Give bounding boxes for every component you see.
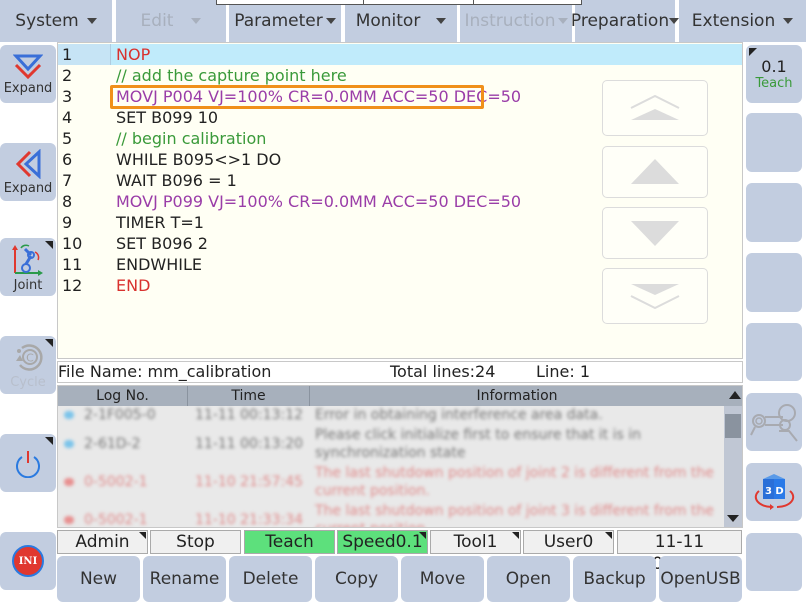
copy-button[interactable]: Copy [315,556,398,602]
dropdown-corner-icon [749,48,757,56]
right-blank-button-3[interactable] [746,253,802,312]
highlight-box [110,85,484,109]
double-chevron-up-icon [630,95,680,120]
right-blank-button-4[interactable] [746,323,802,381]
error-dot-icon [64,478,74,486]
svg-text:C: C [26,351,34,364]
3d-view-button[interactable]: 3 D [746,463,802,521]
chevron-down-icon [191,18,202,24]
log-header: Log No. Time Information [58,386,742,406]
log-body: 2-1F005-0 11-11 00:13:12 Error in obtain… [58,406,724,527]
robot-hand-icon [750,404,798,442]
status-datetime: 11-11 00:14:09 [617,530,742,574]
menu-extension[interactable]: Extension [679,0,806,42]
expand-left-button[interactable]: Expand [0,143,56,201]
right-blank-button-5[interactable] [746,533,802,591]
menu-monitor[interactable]: Monitor [345,0,457,42]
dropdown-popup-edge [216,0,582,5]
status-mode[interactable]: Teach [244,530,335,554]
col-log-no[interactable]: Log No. [58,386,188,406]
arrow-up-icon [631,159,679,184]
total-lines: Total lines:24 [390,362,496,381]
page-up-button[interactable] [602,80,708,136]
scroll-up-icon[interactable] [729,391,741,399]
chevron-down-icon [325,18,336,24]
log-table[interactable]: Log No. Time Information 2-1F005-0 11-11… [57,385,743,528]
menu-preparation[interactable]: Preparation [571,0,680,42]
svg-text:3: 3 [765,486,772,497]
right-blank-button-1[interactable] [746,113,802,172]
chevron-down-icon [436,18,447,24]
power-button[interactable] [0,434,56,492]
cycle-icon: C [16,343,43,371]
chevron-down-icon [669,18,680,24]
3d-rotate-icon: 3 D [754,474,795,510]
open-usb-button[interactable]: OpenUSB [659,556,742,602]
dropdown-corner-icon [605,532,612,539]
code-line[interactable]: 1 NOP [58,44,742,65]
rename-button[interactable]: Rename [143,556,226,602]
power-icon [16,451,40,478]
menu-instruction[interactable]: Instruction [460,0,572,42]
status-run-state: Stop [150,530,241,554]
line-down-button[interactable] [602,207,708,259]
page-down-button[interactable] [602,268,708,324]
program-editor[interactable]: 1 NOP 2// add the capture point here 3 MOV… [57,42,743,359]
info-dot-icon [64,440,74,448]
dropdown-corner-icon [45,339,53,347]
col-information[interactable]: Information [310,386,724,406]
open-button[interactable]: Open [487,556,570,602]
status-user-frame[interactable]: User0 [523,530,614,554]
line-up-button[interactable] [602,146,708,198]
scrollbar-thumb[interactable] [725,414,741,438]
new-button[interactable]: New [57,556,140,602]
dropdown-corner-icon [139,532,146,539]
top-menu-bar: System Edit Parameter Monitor Instructio… [0,0,806,42]
chevron-down-icon [86,18,97,24]
info-dot-icon [64,411,74,419]
menu-system[interactable]: System [0,0,112,42]
chevron-down-icon [783,18,794,24]
arrow-down-icon [631,221,679,246]
file-info-bar: File Name: mm_calibration Total lines:24… [57,361,743,383]
right-blank-button-2[interactable] [746,183,802,242]
delete-button[interactable]: Delete [229,556,312,602]
double-chevron-down-icon [13,54,43,79]
ini-icon: INI [12,545,44,577]
move-button[interactable]: Move [401,556,484,602]
error-dot-icon [64,516,74,524]
expand-down-button[interactable]: Expand [0,45,56,103]
dropdown-corner-icon [512,532,519,539]
col-time[interactable]: Time [188,386,310,406]
status-speed[interactable]: Speed0.1 [337,530,428,554]
chevron-down-icon [557,18,568,24]
scroll-down-icon[interactable] [727,515,739,522]
status-tool[interactable]: Tool1 [430,530,521,554]
speed-teach-button[interactable]: 0.1 Teach [746,45,802,103]
joint-button[interactable]: Joint [0,238,56,296]
ini-button[interactable]: INI [0,532,56,590]
log-scrollbar[interactable] [724,406,742,527]
file-name: File Name: mm_calibration [58,362,272,381]
backup-button[interactable]: Backup [573,556,656,602]
svg-text:D: D [775,486,783,497]
current-line: Line: 1 [536,362,590,381]
menu-edit[interactable]: Edit [116,0,226,42]
dropdown-corner-icon [45,241,53,249]
dropdown-corner-icon [419,532,426,539]
double-chevron-down-icon [630,284,680,309]
robot-joint-icon [12,244,43,276]
menu-parameter[interactable]: Parameter [229,0,341,42]
cycle-button[interactable]: C Cycle [0,336,56,394]
hand-guide-button[interactable] [746,393,802,451]
status-user[interactable]: Admin [57,530,148,554]
dropdown-corner-icon [45,437,53,445]
double-chevron-left-icon [15,148,41,179]
